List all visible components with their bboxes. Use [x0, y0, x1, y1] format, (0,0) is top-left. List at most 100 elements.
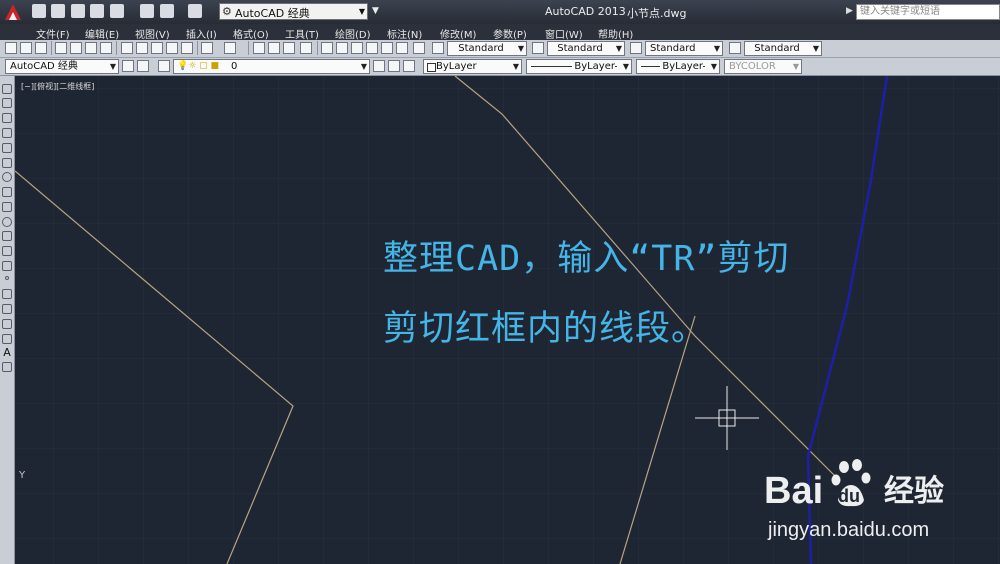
zoom-previous-icon[interactable]: [300, 42, 312, 54]
menu-view[interactable]: 视图(V): [135, 26, 170, 41]
text-style-dropdown[interactable]: Standard ▼: [447, 41, 527, 56]
separator: [317, 41, 318, 55]
layer-dropdown[interactable]: 💡☼ ▢ ■ 0 ▼: [173, 59, 370, 74]
preview-icon[interactable]: [70, 42, 82, 54]
make-object-layer-current-icon[interactable]: [373, 60, 385, 72]
sheet-set-icon[interactable]: [366, 42, 378, 54]
separator: [51, 41, 52, 55]
rectangle-icon[interactable]: [2, 143, 12, 153]
qnew-icon[interactable]: [5, 42, 17, 54]
menu-dimension[interactable]: 标注(N): [387, 26, 422, 41]
layer-properties-icon[interactable]: [158, 60, 170, 72]
autocad-logo-icon[interactable]: [2, 1, 24, 23]
layer-previous-icon[interactable]: [388, 60, 400, 72]
color-dropdown[interactable]: ByLayer ▼: [423, 59, 522, 74]
multiline-text-icon[interactable]: A: [2, 347, 12, 358]
match-properties-icon[interactable]: [166, 42, 178, 54]
layer-value: 0: [231, 61, 238, 72]
polygon-icon[interactable]: [2, 128, 12, 138]
revision-cloud-icon[interactable]: [2, 187, 12, 197]
workspace-settings-icon[interactable]: [122, 60, 134, 72]
plotstyle-dropdown[interactable]: BYCOLOR ▼: [724, 59, 802, 74]
search-input[interactable]: 键入关键字或短语: [856, 4, 1000, 20]
quick-access-more-icon[interactable]: ▼: [372, 6, 379, 16]
plot-icon[interactable]: [55, 42, 67, 54]
point-icon[interactable]: [5, 276, 9, 280]
circle-icon[interactable]: [2, 172, 12, 182]
polyline-icon[interactable]: [2, 113, 12, 123]
chevron-down-icon: ▼: [517, 44, 524, 53]
menu-insert[interactable]: 插入(I): [186, 26, 217, 41]
ellipse-icon[interactable]: [2, 217, 12, 227]
insert-block-icon[interactable]: [2, 246, 12, 256]
publish-tool-icon[interactable]: [85, 42, 97, 54]
multileader-style-dropdown[interactable]: Standard ▼: [744, 41, 822, 56]
dim-style-dropdown[interactable]: Standard ▼: [547, 41, 625, 56]
undo-icon[interactable]: [160, 4, 174, 18]
redo-icon[interactable]: [188, 4, 202, 18]
lineweight-dropdown[interactable]: ByLayer ▼: [636, 59, 720, 74]
workspace-toolbar-dropdown[interactable]: AutoCAD 经典 ▼: [5, 59, 119, 74]
tool-palettes-icon[interactable]: [351, 42, 363, 54]
menu-help[interactable]: 帮助(H): [598, 26, 633, 41]
search-expand-icon[interactable]: ▶: [846, 6, 853, 16]
menu-draw[interactable]: 绘图(D): [335, 26, 371, 41]
workspace-dropdown[interactable]: ⚙ AutoCAD 经典 ▼: [219, 3, 368, 20]
line-icon[interactable]: [2, 84, 12, 94]
help-icon[interactable]: [413, 42, 425, 54]
zoom-window-icon[interactable]: [283, 42, 295, 54]
3d-dwf-icon[interactable]: [100, 42, 112, 54]
new-file-icon[interactable]: [32, 4, 46, 18]
dim-style-icon[interactable]: [532, 42, 544, 54]
save-tool-icon[interactable]: [35, 42, 47, 54]
text-style-icon[interactable]: [432, 42, 444, 54]
chevron-down-icon: ▼: [358, 7, 365, 16]
quickcalc-icon[interactable]: [396, 42, 408, 54]
ellipse-arc-icon[interactable]: [2, 231, 12, 241]
menu-tools[interactable]: 工具(T): [285, 26, 319, 41]
separator: [116, 41, 117, 55]
undo-tool-icon[interactable]: [201, 42, 213, 54]
table-icon[interactable]: [2, 334, 12, 344]
chevron-down-icon: ▼: [713, 44, 720, 53]
print-icon[interactable]: [140, 4, 154, 18]
properties-icon[interactable]: [321, 42, 333, 54]
chevron-down-icon: ▼: [360, 62, 367, 71]
workspace-save-icon[interactable]: [137, 60, 149, 72]
spline-icon[interactable]: [2, 202, 12, 212]
menu-parametric[interactable]: 参数(P): [493, 26, 527, 41]
save-icon[interactable]: [71, 4, 85, 18]
publish-icon[interactable]: [110, 4, 124, 18]
make-block-icon[interactable]: [2, 261, 12, 271]
arc-icon[interactable]: [2, 158, 12, 168]
construction-line-icon[interactable]: [2, 98, 12, 108]
multileader-style-icon[interactable]: [729, 42, 741, 54]
viewport-controls-label[interactable]: [−][俯视][二维线框]: [21, 81, 94, 92]
pan-icon[interactable]: [253, 42, 265, 54]
redo-tool-icon[interactable]: [224, 42, 236, 54]
table-style-icon[interactable]: [630, 42, 642, 54]
open-icon[interactable]: [20, 42, 32, 54]
linetype-dropdown[interactable]: ByLayer ▼: [526, 59, 632, 74]
paste-icon[interactable]: [151, 42, 163, 54]
copy-icon[interactable]: [136, 42, 148, 54]
table-style-dropdown[interactable]: Standard ▼: [645, 41, 723, 56]
zoom-realtime-icon[interactable]: [268, 42, 280, 54]
gradient-icon[interactable]: [2, 304, 12, 314]
cut-icon[interactable]: [121, 42, 133, 54]
block-editor-icon[interactable]: [181, 42, 193, 54]
lineweight-value: ByLayer: [660, 60, 703, 73]
add-selected-icon[interactable]: [2, 362, 12, 372]
layer-state-manager-icon[interactable]: [403, 60, 415, 72]
menu-window[interactable]: 窗口(W): [545, 26, 583, 41]
region-icon[interactable]: [2, 319, 12, 329]
save-as-icon[interactable]: [90, 4, 104, 18]
open-file-icon[interactable]: [51, 4, 65, 18]
markup-icon[interactable]: [381, 42, 393, 54]
hatch-icon[interactable]: [2, 289, 12, 299]
menu-modify[interactable]: 修改(M): [440, 26, 476, 41]
menu-file[interactable]: 文件(F): [36, 26, 70, 41]
menu-format[interactable]: 格式(O): [233, 26, 269, 41]
menu-edit[interactable]: 编辑(E): [85, 26, 119, 41]
design-center-icon[interactable]: [336, 42, 348, 54]
